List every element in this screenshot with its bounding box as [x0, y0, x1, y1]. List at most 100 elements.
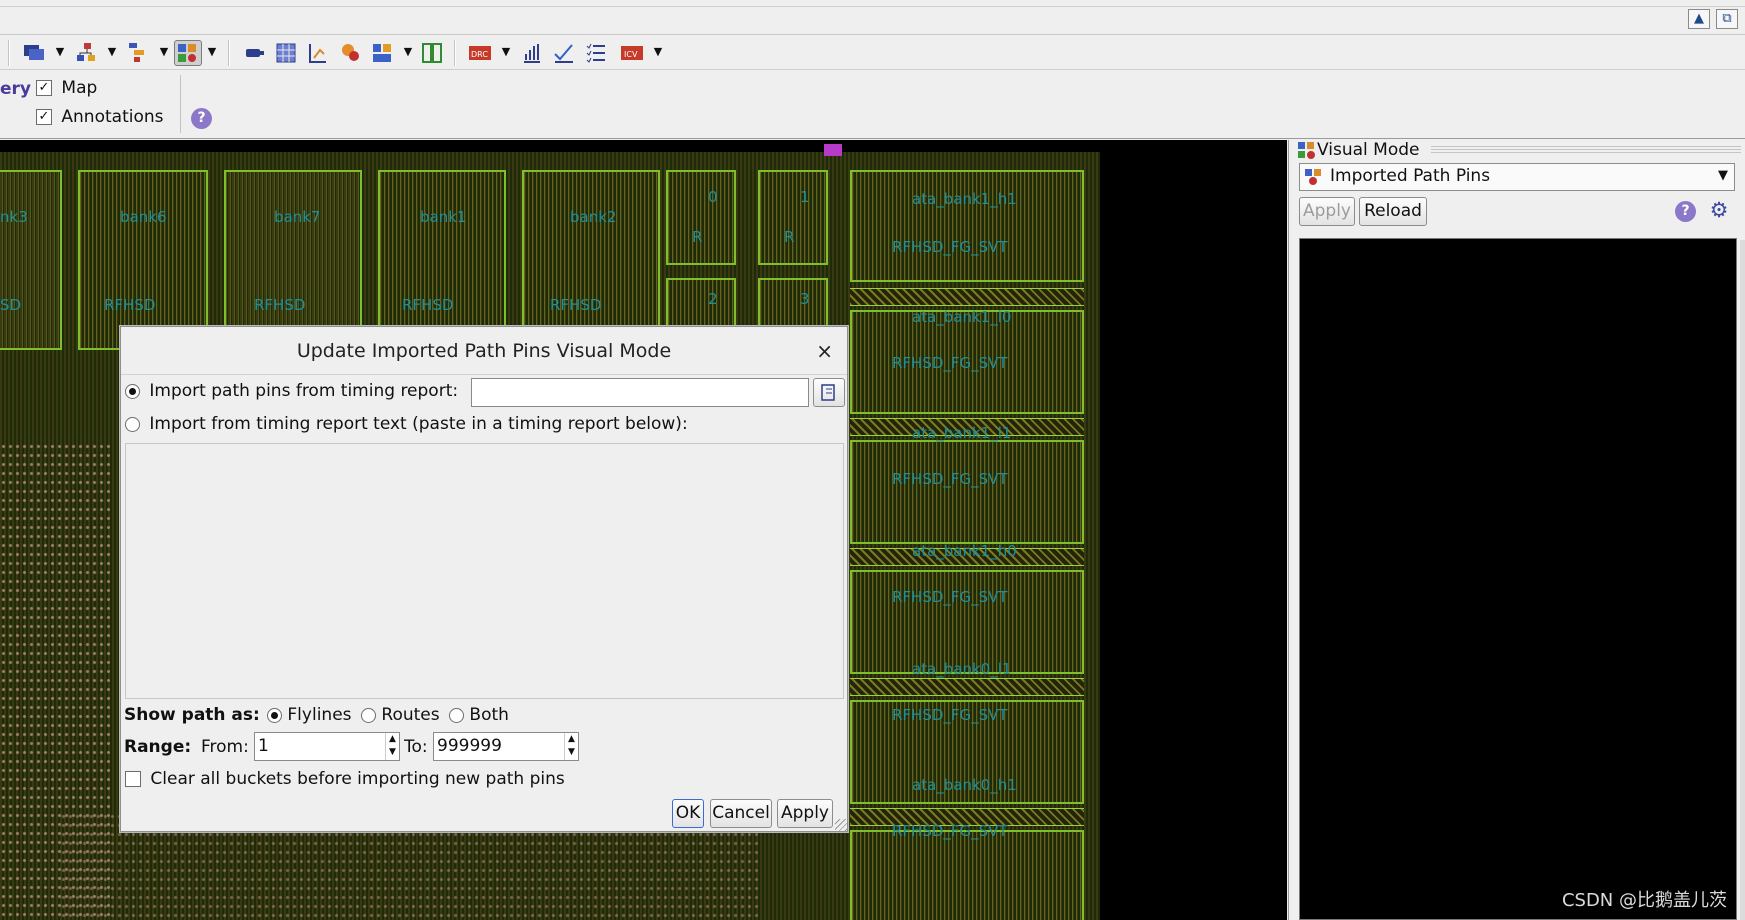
divider	[0, 6, 1745, 7]
bank-label: bank2	[570, 208, 617, 226]
map-checkbox[interactable]: ✓ Map	[36, 78, 97, 98]
bank-type-label: RFHSD	[550, 296, 602, 314]
browse-button[interactable]	[813, 378, 845, 407]
block-label: RFHSD_FG_SVT	[892, 470, 1008, 488]
mode-select-value: Imported Path Pins	[1330, 166, 1491, 186]
chevron-down-icon[interactable]: ▼	[158, 44, 170, 60]
chart-icon[interactable]	[520, 40, 544, 66]
block-label: ata_bank1_l0	[912, 308, 1012, 326]
show-path-label: Show path as:	[124, 705, 260, 725]
memory-block	[850, 440, 1084, 544]
show-routes-option[interactable]: Routes	[361, 705, 440, 725]
chevron-down-icon[interactable]: ▼	[206, 44, 218, 60]
svg-text:DRC: DRC	[471, 50, 488, 59]
annotations-checkbox[interactable]: ✓ Annotations	[36, 107, 164, 127]
dialog-title: Update Imported Path Pins Visual Mode	[121, 327, 847, 375]
check-icon[interactable]: ✓	[36, 109, 52, 125]
show-flylines-option[interactable]: Flylines	[267, 705, 352, 725]
apply-button[interactable]: Apply	[1299, 197, 1355, 226]
visual-mode-icon[interactable]	[174, 40, 202, 66]
help-icon[interactable]: ?	[1675, 201, 1696, 222]
plug-icon[interactable]	[242, 40, 266, 66]
radio-routes[interactable]	[361, 707, 376, 723]
bank-label: bank7	[274, 208, 321, 226]
ok-button[interactable]: OK	[672, 799, 704, 828]
radio-both[interactable]	[449, 707, 464, 723]
chevron-down-icon[interactable]: ▼	[106, 44, 118, 60]
import-from-report-option[interactable]: Import path pins from timing report:	[125, 381, 458, 401]
toolbar-separator	[454, 40, 456, 66]
block-label: ata_bank1_h0	[912, 542, 1017, 560]
chevron-down-icon[interactable]: ▼	[1718, 168, 1728, 183]
report-path-field[interactable]	[471, 378, 809, 407]
hierarchy-icon[interactable]	[74, 40, 98, 66]
memory-block	[758, 170, 828, 265]
chevron-down-icon[interactable]: ▼	[402, 44, 414, 60]
spin-arrows-icon[interactable]: ▲ ▼	[385, 733, 399, 760]
main-toolbar: ▼ ▼ ▼ ▼ ▼ DRC ▼ ICV ▼	[0, 36, 1745, 70]
memory-block	[666, 170, 736, 265]
marker-icon	[824, 144, 842, 156]
drag-handle[interactable]	[1431, 146, 1741, 154]
bank-label: bank6	[120, 208, 167, 226]
from-spinbox[interactable]: 1 ▲ ▼	[254, 732, 400, 761]
layout-icon[interactable]	[370, 40, 394, 66]
compare-icon[interactable]	[420, 40, 444, 66]
tree-icon[interactable]	[126, 40, 150, 66]
chevron-down-icon[interactable]: ▼	[500, 44, 512, 60]
pin-icon[interactable]	[338, 40, 362, 66]
clear-buckets-label: Clear all buckets before importing new p…	[150, 769, 565, 789]
bank-label: R	[692, 228, 703, 246]
mode-select[interactable]: Imported Path Pins ▼	[1299, 163, 1735, 191]
grid-icon[interactable]	[274, 40, 298, 66]
import-from-text-option[interactable]: Import from timing report text (paste in…	[125, 414, 688, 434]
hatch-row	[850, 288, 1084, 306]
divider	[180, 75, 181, 133]
hatch-row	[850, 678, 1084, 696]
icv-icon[interactable]: ICV	[620, 40, 644, 66]
help-icon[interactable]: ?	[191, 108, 212, 129]
chevron-down-icon[interactable]: ▼	[54, 44, 66, 60]
memory-block	[78, 170, 208, 350]
bank-type-label: RFHSD	[254, 296, 306, 314]
flylines-label: Flylines	[287, 705, 352, 725]
clear-buckets-checkbox[interactable]: Clear all buckets before importing new p…	[125, 769, 565, 789]
check-icon[interactable]	[552, 40, 576, 66]
gear-icon[interactable]: ⚙	[1707, 198, 1731, 222]
mode-preview-area	[1299, 238, 1737, 920]
check-icon[interactable]: ✓	[36, 80, 52, 96]
route-icon[interactable]	[306, 40, 330, 66]
bank-type-label: SD	[0, 296, 22, 314]
comment-icon[interactable]	[22, 40, 46, 66]
toolbar-separator	[8, 40, 10, 66]
resize-grip-icon[interactable]	[835, 819, 847, 831]
report-text-area[interactable]	[125, 443, 844, 699]
checkbox-box[interactable]	[125, 771, 141, 787]
annotations-label: Annotations	[61, 107, 164, 127]
block-label: ata_bank1_h1	[912, 190, 1017, 208]
show-both-option[interactable]: Both	[449, 705, 509, 725]
drc-icon[interactable]: DRC	[468, 40, 492, 66]
restore-icon[interactable]: ⧉	[1716, 9, 1738, 29]
bank-label: 1	[800, 188, 810, 206]
close-icon[interactable]: ×	[816, 339, 833, 363]
to-spinbox[interactable]: 999999 ▲ ▼	[433, 732, 579, 761]
spin-arrows-icon[interactable]: ▲ ▼	[564, 733, 578, 760]
apply-button[interactable]: Apply	[777, 799, 833, 828]
cancel-button[interactable]: Cancel	[710, 799, 772, 828]
layer-options: ery ✓ Map ✓ Annotations ?	[0, 71, 1745, 139]
to-value: 999999	[437, 736, 502, 756]
import-text-label: Import from timing report text (paste in…	[149, 414, 688, 434]
reload-button[interactable]: Reload	[1359, 197, 1427, 226]
radio-report[interactable]	[125, 383, 140, 399]
block-label: RFHSD_FG_SVT	[892, 822, 1008, 840]
radio-flylines[interactable]	[267, 707, 282, 723]
bank-label: 3	[800, 290, 810, 308]
memory-block	[850, 830, 1084, 920]
chevron-down-icon[interactable]: ▼	[652, 44, 664, 60]
maximize-icon[interactable]: ▲	[1688, 9, 1710, 29]
list-icon[interactable]	[584, 40, 608, 66]
bank-label: 2	[708, 290, 718, 308]
radio-text[interactable]	[125, 416, 140, 432]
scrollbar[interactable]	[1740, 240, 1745, 920]
